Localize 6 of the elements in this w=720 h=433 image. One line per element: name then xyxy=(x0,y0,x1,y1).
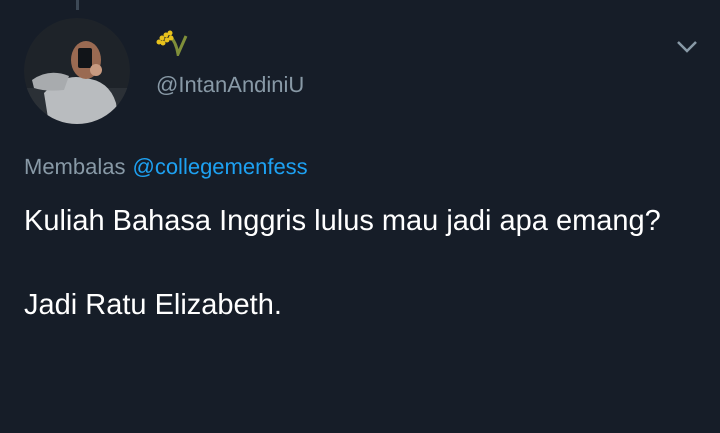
chevron-down-icon[interactable] xyxy=(676,40,698,54)
tweet-text: Kuliah Bahasa Inggris lulus mau jadi apa emang? Jadi Ratu Elizabeth. xyxy=(23,204,662,323)
mention-link[interactable]: @collegemenfess xyxy=(132,156,308,178)
wheat-icon xyxy=(156,30,190,56)
user-handle[interactable]: @IntanAndiniU xyxy=(156,74,676,96)
reply-label: Membalas xyxy=(24,156,126,178)
